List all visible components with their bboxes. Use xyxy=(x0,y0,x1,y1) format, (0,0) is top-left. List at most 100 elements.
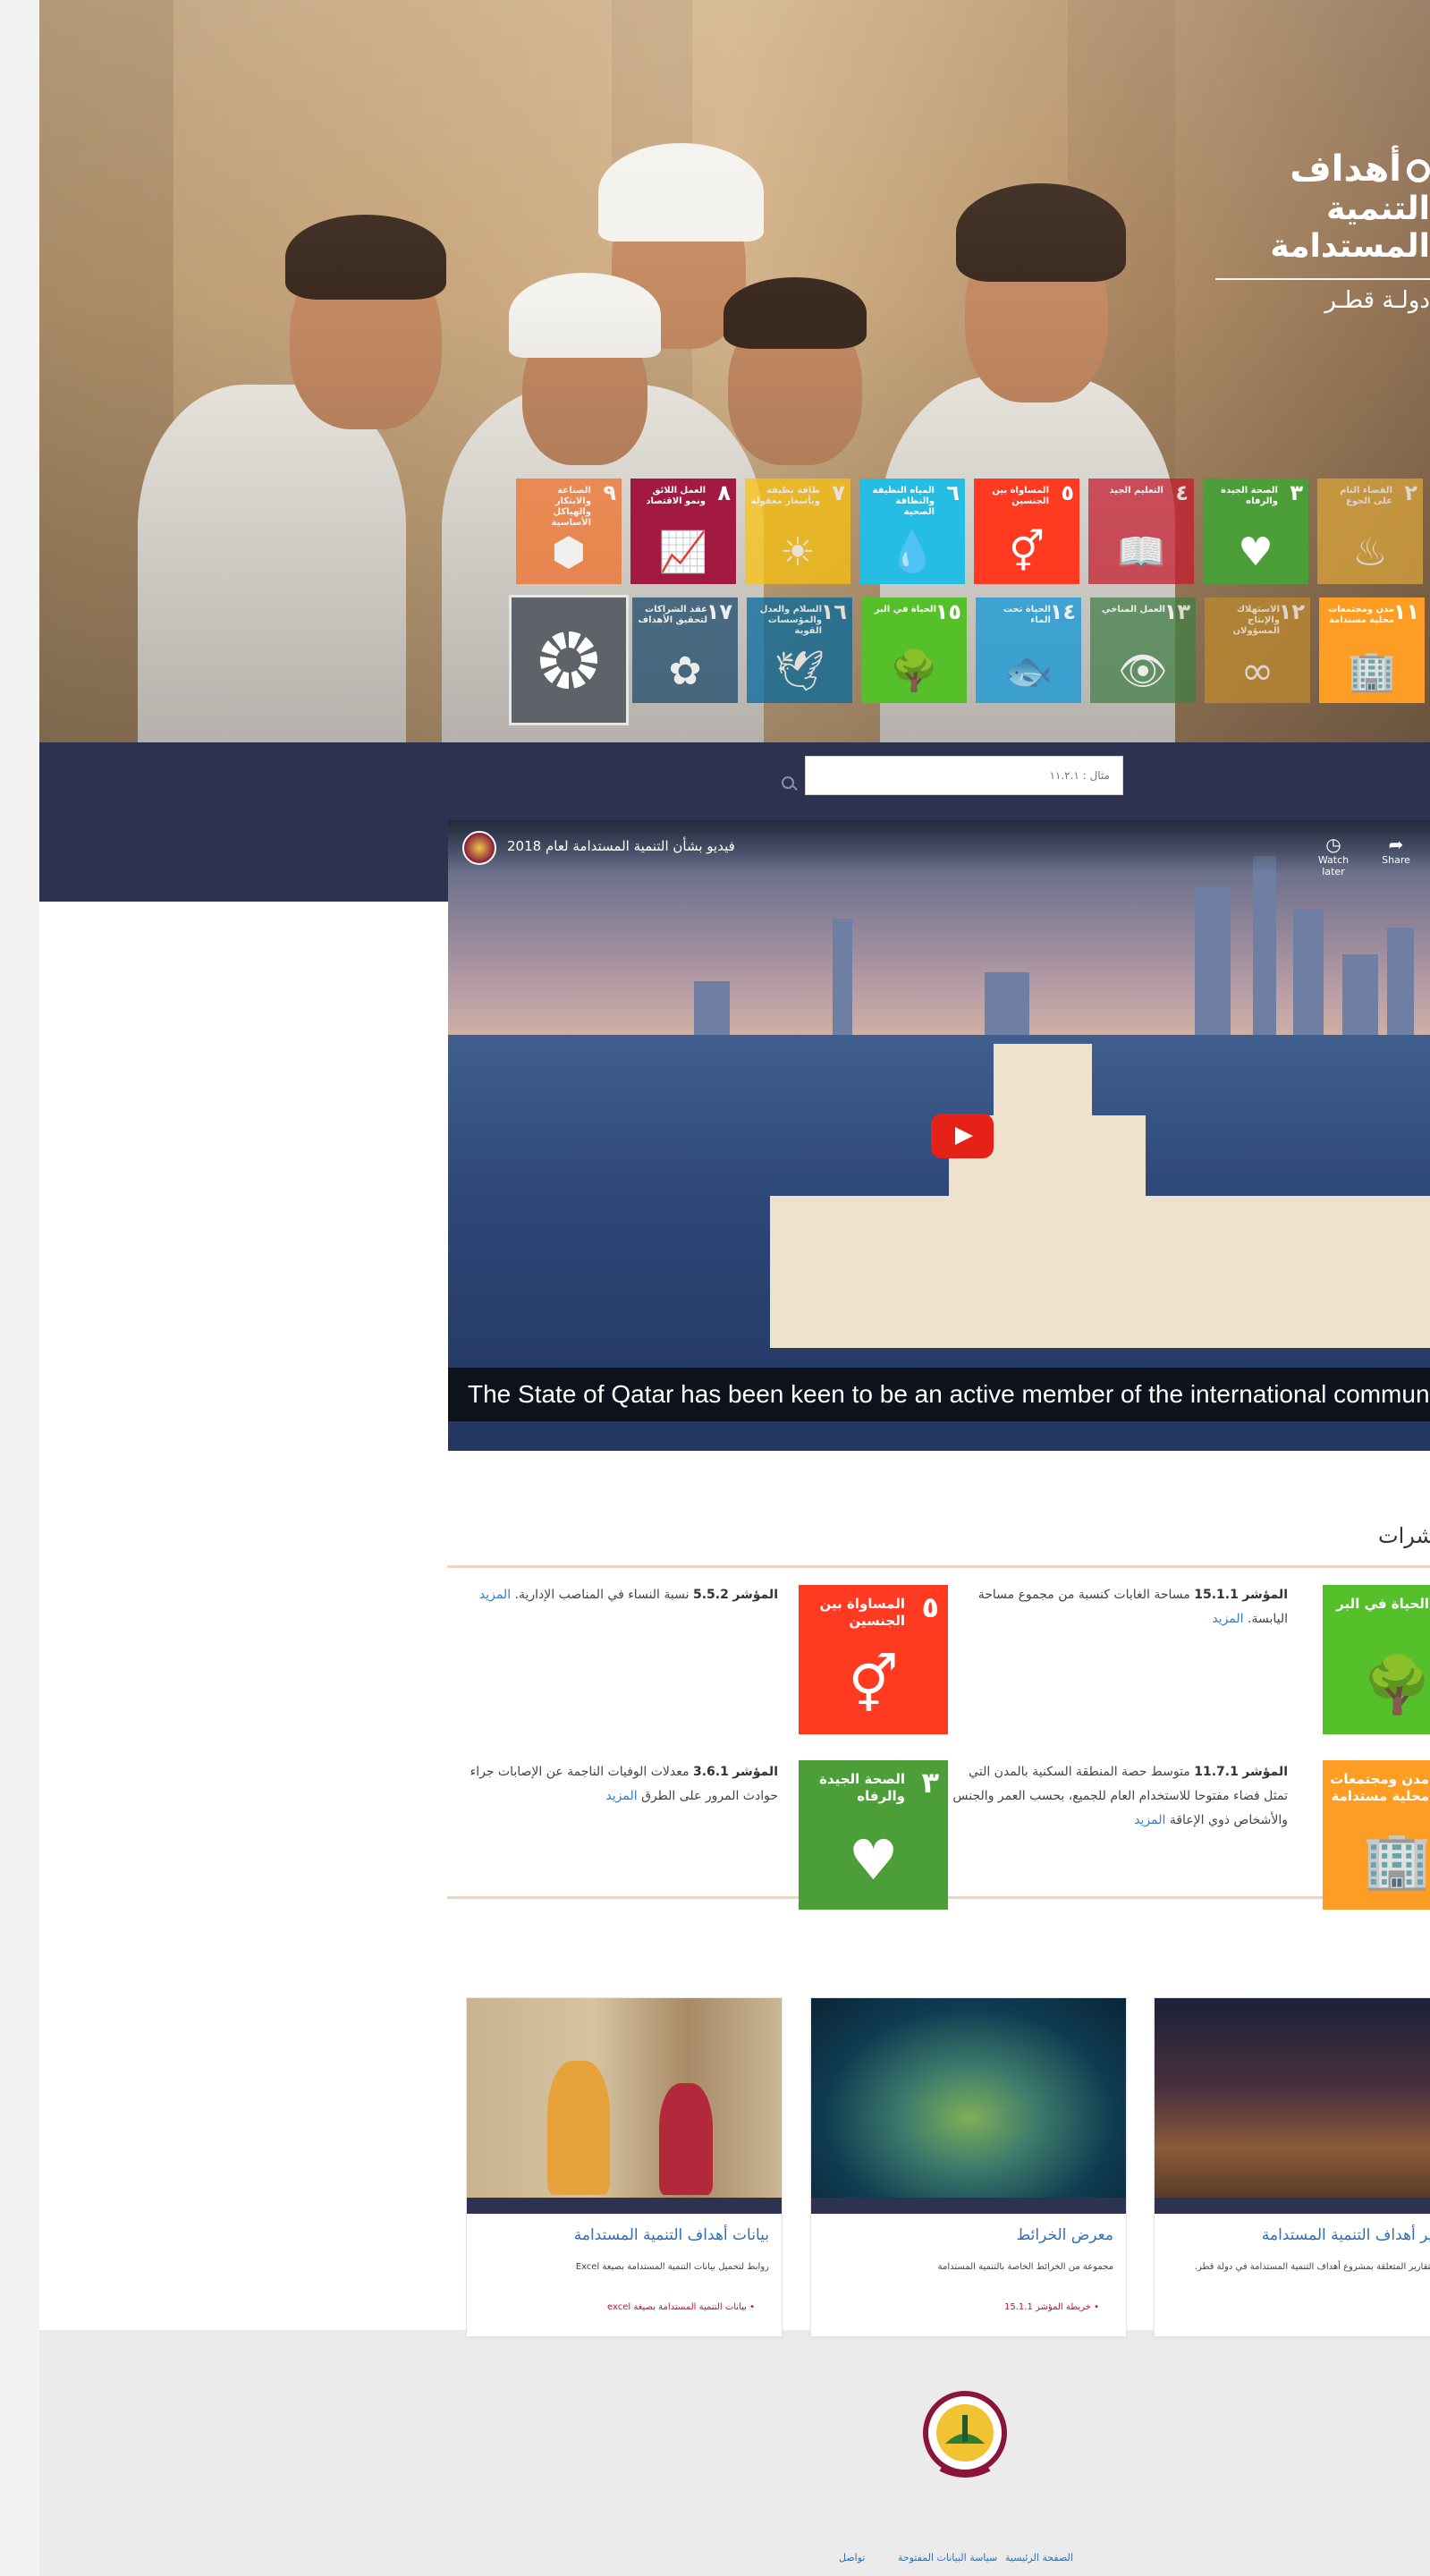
goal-tile-3[interactable]: ٧ طاقة نظيفة وبأسعار معقولة ☀ xyxy=(745,479,850,584)
goal-label: مدن ومجتمعات محلية مستدامة xyxy=(1330,1771,1429,1804)
goal-tile-5[interactable]: ٥ المساواة بين الجنسين ⚥ xyxy=(974,479,1079,584)
goal-tile-6[interactable]: ٤ التعليم الجيد 📖 xyxy=(1088,479,1194,584)
footer-link-contact[interactable]: تواصل xyxy=(839,2552,865,2563)
goal-number: ١٤ xyxy=(1049,599,1076,624)
goal-tile-13[interactable]: ١٣ العمل المناخي 👁 xyxy=(1090,597,1196,703)
heartbeat-icon: ♥ xyxy=(1238,530,1273,575)
indicator-goal-tile[interactable]: ٥ المساواة بين الجنسين ⚥ xyxy=(799,1585,948,1734)
share-button[interactable]: ➦ Share xyxy=(1369,835,1423,866)
card-title[interactable]: تقارير أهداف التنمية المستدامة xyxy=(1163,2226,1430,2244)
indicator-prefix: المؤشر xyxy=(1242,1588,1288,1602)
card-link[interactable]: • خريطة المؤشر 15.1.1 xyxy=(1004,2302,1099,2312)
indicator-prefix: المؤشر xyxy=(732,1765,778,1779)
girls-traditional-dress-photo xyxy=(467,1998,782,2198)
indicator-prefix: المؤشر xyxy=(1242,1765,1288,1779)
card-reports[interactable]: تقارير أهداف التنمية المستدامة جميع التقا… xyxy=(1154,1997,1430,2337)
tree-icon: 🌳 xyxy=(889,648,939,694)
video-caption: The State of Qatar has been keen to be a… xyxy=(448,1368,1430,1421)
goal-number: ٤ xyxy=(1175,480,1189,505)
goal-label: العمل المناخي xyxy=(1102,605,1165,614)
indicators-divider-top xyxy=(447,1565,1430,1568)
goal-tile-15[interactable]: ١٥ الحياة في البر 🌳 xyxy=(861,597,967,703)
goal-label: طاقة نظيفة وبأسعار معقولة xyxy=(750,486,820,506)
water-drop-icon: 💧 xyxy=(887,530,937,575)
sun-icon: ☀ xyxy=(780,530,816,575)
share-label: Share xyxy=(1382,854,1410,866)
gender-icon: ⚥ xyxy=(1009,530,1045,575)
indicator-more-link[interactable]: المزيد xyxy=(1134,1813,1165,1827)
goal-tile-7[interactable]: ٣ الصحة الجيدة والرفاه ♥ xyxy=(1203,479,1308,584)
sdg-qatar-logo[interactable]: أهداف التنمية المستدامة دولـة قطـر xyxy=(1206,148,1430,314)
heartbeat-icon: ♥ xyxy=(848,1827,899,1893)
goal-number: ١٢ xyxy=(1278,599,1305,624)
card-map-gallery[interactable]: معرض الخرائط مجموعة من الخرائط الخاصة بال… xyxy=(810,1997,1127,2337)
logo-country: دولـة قطـر xyxy=(1324,287,1430,314)
indicator-more-link[interactable]: المزيد xyxy=(605,1789,637,1803)
card-title[interactable]: معرض الخرائط xyxy=(820,2226,1114,2244)
indicator-search-input[interactable] xyxy=(805,756,1123,795)
person-figure xyxy=(547,2061,610,2195)
sdg-wheel-tile[interactable] xyxy=(509,595,629,725)
card-link[interactable]: • بيانات التنمية المستدامة بصيغة excel xyxy=(607,2302,755,2312)
goal-label: السلام والعدل والمؤسسات القوية xyxy=(759,605,822,636)
goal-tile-2[interactable]: ٨ العمل اللائق ونمو الاقتصاد 📈 xyxy=(630,479,736,584)
card-description: مجموعة من الخرائط الخاصة بالتنمية المستد… xyxy=(937,2262,1113,2272)
city-icon: 🏢 xyxy=(1362,1827,1430,1893)
gender-icon: ⚥ xyxy=(848,1652,899,1717)
play-button[interactable] xyxy=(931,1114,994,1158)
indicator-prefix: المؤشر xyxy=(732,1588,778,1602)
goal-tile-11[interactable]: ١١ مدن ومجتمعات محلية مستدامة 🏢 xyxy=(1319,597,1425,703)
goal-tile-12[interactable]: ١٢ الاستهلاك والإنتاج المسؤولان ∞ xyxy=(1205,597,1310,703)
goal-tile-16[interactable]: ١٦ السلام والعدل والمؤسسات القوية 🕊 xyxy=(747,597,852,703)
goal-label: المساواة بين الجنسين xyxy=(819,1596,905,1629)
sdg-wheel-icon xyxy=(540,631,597,689)
card-bar xyxy=(467,2198,782,2214)
footer-link-home[interactable]: الصفحة الرئيسية xyxy=(1005,2552,1073,2563)
indicators-heading: مؤشرات xyxy=(1378,1523,1430,1548)
indicator-id: 5.5.2 xyxy=(692,1588,729,1602)
dove-icon: 🕊 xyxy=(774,648,825,694)
goal-tile-1[interactable]: ٩ الصناعة والابتكار والهياكل الأساسية ⬢ xyxy=(516,479,622,584)
card-sdg-data[interactable]: بيانات أهداف التنمية المستدامة روابط لتحم… xyxy=(466,1997,783,2337)
indicator-more-link[interactable]: المزيد xyxy=(479,1588,511,1602)
goal-label: مدن ومجتمعات محلية مستدامة xyxy=(1328,605,1394,625)
footer-link-open-data[interactable]: سياسة البيانات المفتوحة xyxy=(898,2552,997,2563)
city-icon: 🏢 xyxy=(1347,648,1397,694)
indicator-goal-tile[interactable]: ١٥الحياة في البر🌳 xyxy=(1323,1585,1430,1734)
card-title[interactable]: بيانات أهداف التنمية المستدامة xyxy=(476,2226,769,2244)
goal-tile-14[interactable]: ١٤ الحياة تحت الماء 🐟 xyxy=(976,597,1081,703)
hero-banner: أهداف التنمية المستدامة دولـة قطـر ٩ الصن… xyxy=(39,0,1430,742)
watch-later-label: Watch later xyxy=(1317,854,1350,877)
clock-icon: ◷ xyxy=(1325,834,1341,855)
infinity-icon: ∞ xyxy=(1240,648,1274,694)
logo-title-line3: المستدامة xyxy=(1270,228,1430,265)
video-title[interactable]: فيديو بشأن التنمية المستدامة لعام 2018 xyxy=(507,838,735,854)
goal-number: ٨ xyxy=(717,480,731,505)
goal-number: ٢ xyxy=(1404,480,1417,505)
indicator-id: 15.1.1 xyxy=(1194,1588,1239,1602)
footer xyxy=(39,2330,1430,2576)
indicator-goal-tile[interactable]: ١١مدن ومجتمعات محلية مستدامة🏢 xyxy=(1323,1760,1430,1910)
goal-number: ٣ xyxy=(921,1766,939,1800)
museum-building xyxy=(994,1044,1092,1124)
watch-later-button[interactable]: ◷ Watch later xyxy=(1307,835,1360,877)
search-icon[interactable] xyxy=(782,776,794,789)
goal-number: ١١ xyxy=(1392,599,1419,624)
indicator-id: 11.7.1 xyxy=(1194,1765,1239,1779)
indicator-more-link[interactable]: المزيد xyxy=(1212,1612,1243,1626)
goal-number: ١٣ xyxy=(1163,599,1190,624)
indicator-text: المؤشر 3.6.1 معدلات الوفيات الناجمة عن ا… xyxy=(433,1760,778,1809)
goal-tile-8[interactable]: ٢ القضاء التام على الجوع ♨ xyxy=(1317,479,1423,584)
fish-icon: 🐟 xyxy=(1003,648,1053,694)
goal-tile-17[interactable]: ١٧ عقد الشراكات لتحقيق الأهداف ✿ xyxy=(632,597,738,703)
indicator-goal-tile[interactable]: ٣ الصحة الجيدة والرفاه ♥ xyxy=(799,1760,948,1910)
goal-label: الحياة تحت الماء xyxy=(1003,605,1051,625)
video-player[interactable]: فيديو بشأن التنمية المستدامة لعام 2018 ◷… xyxy=(448,820,1430,1451)
goal-label: التعليم الجيد xyxy=(1109,486,1163,496)
qatar-emblem-icon[interactable] xyxy=(923,2388,1007,2483)
share-arrow-icon: ➦ xyxy=(1388,834,1404,855)
goal-label: الصناعة والابتكار والهياكل الأساسية xyxy=(551,486,591,528)
channel-logo-icon[interactable] xyxy=(462,831,496,865)
cube-icon: ⬢ xyxy=(551,530,587,575)
goal-tile-4[interactable]: ٦ المياه النظيفة والنظافة الصحية 💧 xyxy=(859,479,965,584)
